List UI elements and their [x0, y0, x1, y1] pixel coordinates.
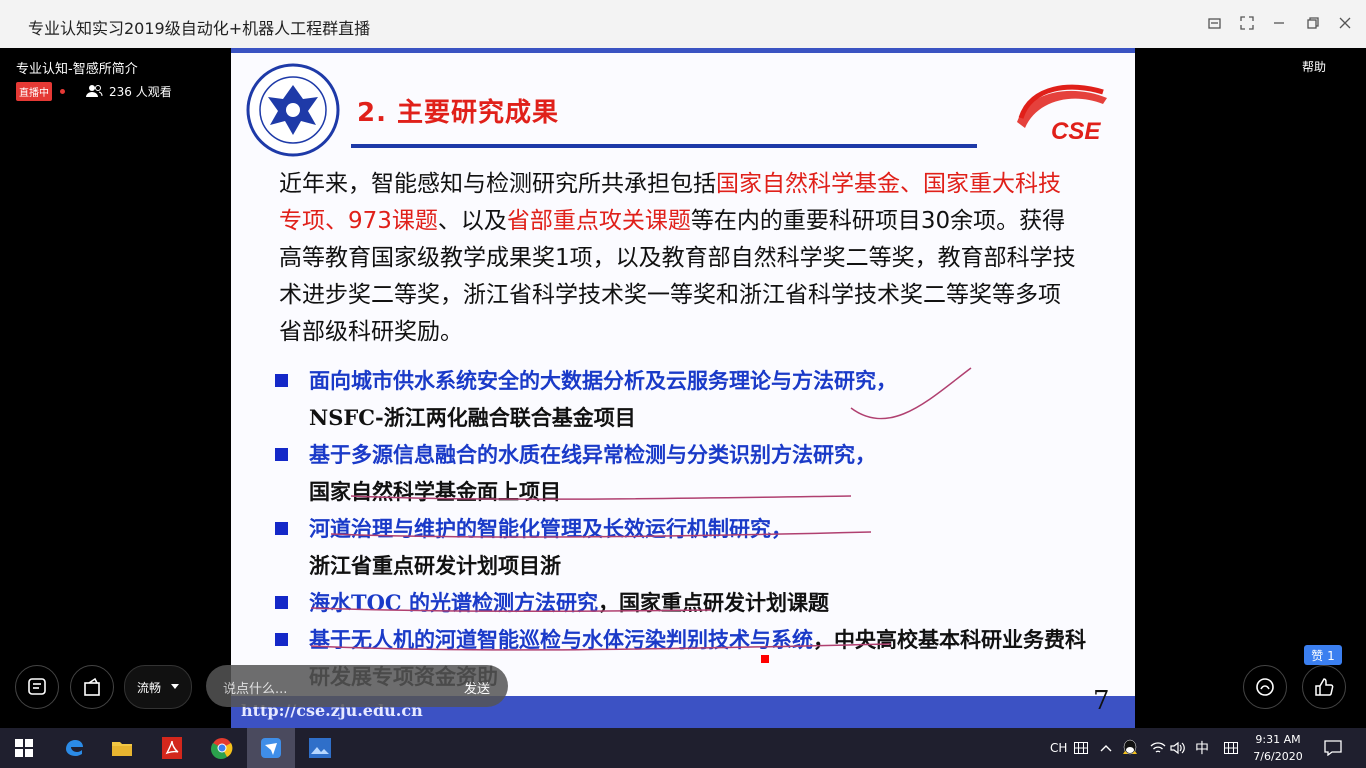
- heading-underline: [351, 144, 977, 148]
- photos-icon: [309, 738, 331, 758]
- stream-title: 专业认知-智感所简介: [16, 62, 138, 77]
- chat-input-bar[interactable]: 说点什么... 发送: [206, 665, 508, 707]
- explorer-taskbar-button[interactable]: [98, 728, 146, 768]
- photos-taskbar-button[interactable]: [296, 728, 344, 768]
- language-indicator[interactable]: CH: [1050, 728, 1067, 768]
- bullet-square-icon: [275, 448, 288, 461]
- pin-icon[interactable]: [1204, 12, 1226, 34]
- like-count-badge: 赞 1: [1304, 645, 1342, 665]
- send-button[interactable]: 发送: [464, 678, 490, 697]
- thumbs-up-icon: [1315, 678, 1334, 696]
- live-dot-icon: [60, 88, 65, 94]
- like-button[interactable]: [1302, 665, 1346, 709]
- presentation-slide: 2. 主要研究成果 CSE 近年来，智能感知与检测研究所共承担包括国家自然科学基…: [231, 48, 1135, 728]
- live-player: 专业认知-智感所简介 帮助 直播中 236 人观看 2. 主要研究成果 CSE: [0, 48, 1366, 728]
- acrobat-taskbar-button[interactable]: [148, 728, 196, 768]
- edge-taskbar-button[interactable]: [50, 728, 98, 768]
- pen-annotation: [310, 367, 972, 651]
- fullscreen-icon[interactable]: [1236, 12, 1258, 34]
- cse-logo: CSE: [1011, 78, 1111, 150]
- slide-top-bar: [231, 48, 1135, 53]
- danmaku-icon: [28, 678, 46, 695]
- ime-mode[interactable]: 中: [1195, 728, 1209, 768]
- folder-icon: [112, 742, 132, 756]
- share-button[interactable]: [1243, 665, 1287, 709]
- clock-time: 9:31 AM: [1255, 733, 1301, 746]
- slide-heading: 2. 主要研究成果: [357, 98, 560, 128]
- window-title: 专业认知实习2019级自动化+机器人工程群直播: [28, 19, 371, 38]
- close-icon[interactable]: [1334, 12, 1356, 34]
- live-status-row: 直播中 236 人观看: [16, 81, 172, 101]
- bullet-square-icon: [275, 633, 288, 646]
- para-text-1: 近年来，智能感知与检测研究所共承担包括: [279, 171, 716, 197]
- chrome-icon: [211, 738, 233, 759]
- people-icon: [86, 85, 103, 97]
- danmaku-toggle-button[interactable]: [15, 665, 59, 709]
- bullet-square-icon: [275, 374, 288, 387]
- quality-selector[interactable]: 流畅: [124, 665, 192, 709]
- viewer-count-label: 236 人观看: [109, 84, 172, 99]
- bullet-square-icon: [275, 596, 288, 609]
- quality-label: 流畅: [136, 680, 161, 695]
- keyboard-icon[interactable]: [1074, 728, 1088, 768]
- livestream-app-taskbar-button[interactable]: [247, 728, 295, 768]
- live-badge: 直播中: [16, 81, 52, 101]
- cse-logo-text: CSE: [1051, 118, 1101, 145]
- link-icon: [1256, 678, 1274, 696]
- rotate-button[interactable]: [70, 665, 114, 709]
- clock-date: 7/6/2020: [1253, 750, 1303, 763]
- zju-logo-icon: [246, 63, 340, 157]
- volume-icon[interactable]: [1170, 728, 1186, 768]
- taskbar-clock[interactable]: 9:31 AM 7/6/2020: [1246, 731, 1310, 765]
- rotate-icon: [84, 677, 100, 696]
- bullet-square-icon: [275, 522, 288, 535]
- ime-keyboard-icon[interactable]: [1224, 728, 1238, 768]
- caret-down-icon: [171, 684, 179, 689]
- notification-icon[interactable]: [1324, 728, 1342, 768]
- edge-icon: [66, 740, 83, 756]
- slide-page-number: 7: [1093, 686, 1110, 716]
- slide-paragraph: 近年来，智能感知与检测研究所共承担包括国家自然科学基金、国家重大科技专项、973…: [279, 166, 1079, 351]
- para-text-2: 、以及: [437, 208, 507, 234]
- qq-icon[interactable]: [1122, 728, 1138, 768]
- para-highlight-2: 省部重点攻关课题: [506, 208, 691, 234]
- wifi-icon[interactable]: [1150, 728, 1166, 768]
- help-link[interactable]: 帮助: [1302, 58, 1326, 75]
- laser-pointer-dot: [761, 655, 769, 663]
- restore-icon[interactable]: [1302, 12, 1324, 34]
- chevron-up-icon[interactable]: [1100, 728, 1112, 768]
- start-button[interactable]: [0, 728, 48, 768]
- viewer-count: 236 人观看: [85, 83, 172, 100]
- livestream-app-icon: [261, 738, 281, 758]
- windows-taskbar: CH 中 9:31 AM 7/6/2020: [0, 728, 1366, 768]
- chrome-taskbar-button[interactable]: [198, 728, 246, 768]
- windows-logo-icon: [15, 739, 33, 757]
- pdf-icon: [162, 737, 182, 759]
- minimize-icon[interactable]: [1268, 12, 1290, 34]
- window-titlebar: 专业认知实习2019级自动化+机器人工程群直播: [0, 0, 1366, 48]
- chat-input[interactable]: 说点什么...: [223, 678, 287, 697]
